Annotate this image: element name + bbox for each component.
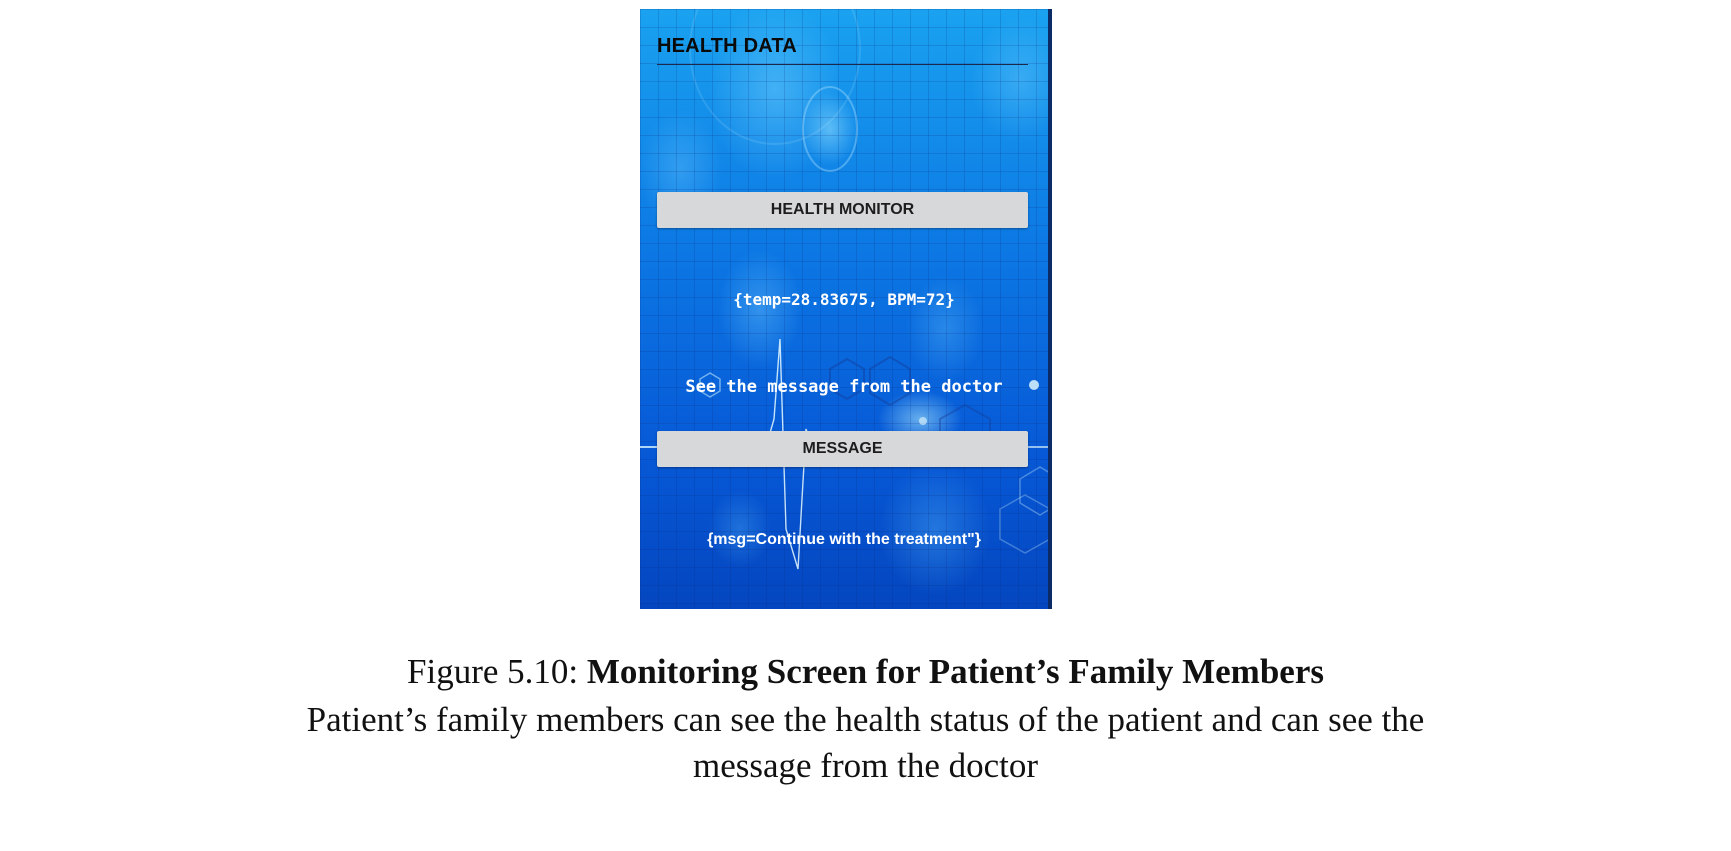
screen-edge — [1048, 9, 1052, 609]
title-divider — [657, 64, 1028, 65]
doctor-message: {msg=Continue with the treatment"} — [707, 531, 981, 548]
message-button[interactable]: MESSAGE — [657, 431, 1028, 467]
figure-title: Monitoring Screen for Patient’s Family M… — [586, 652, 1324, 691]
ecg-background-art — [640, 9, 1052, 570]
health-monitor-button[interactable]: HEALTH MONITOR — [657, 192, 1028, 228]
sensor-reading: {temp=28.83675, BPM=72} — [733, 290, 955, 309]
background-grid — [640, 9, 1052, 609]
figure-description-line-1: Patient’s family members can see the hea… — [306, 700, 1425, 739]
app-title: HEALTH DATA — [657, 35, 797, 57]
phone-screen: HEALTH DATA HEALTH MONITOR {temp=28.8367… — [640, 9, 1052, 609]
doctor-message-prompt: See the message from the doctor — [685, 377, 1003, 397]
figure-label: Figure 5.10: — [407, 652, 587, 691]
figure-description-line-2: message from the doctor — [692, 746, 1039, 785]
figure-caption: Figure 5.10: Monitoring Screen for Patie… — [0, 652, 1731, 692]
